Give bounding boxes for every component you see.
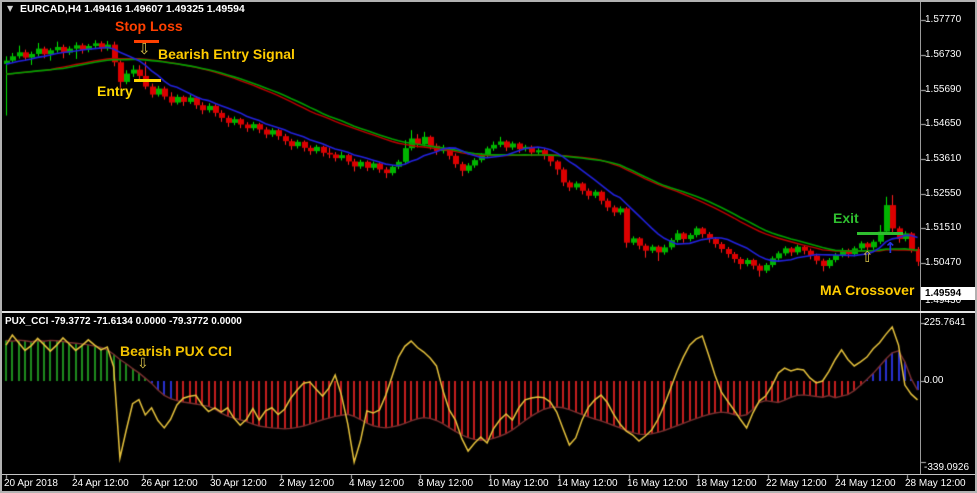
indicator-axis-label: 225.7641 <box>924 317 966 328</box>
exit-label: Exit <box>833 210 859 226</box>
frame-top <box>0 0 977 2</box>
price-axis-label: 1.57770 <box>925 14 962 25</box>
price-axis-label: 1.50470 <box>925 257 962 268</box>
time-axis-label: 18 May 12:00 <box>696 478 757 489</box>
stop-loss-label: Stop Loss <box>115 18 183 34</box>
bearish-pux-arrow-icon: ⇩ <box>137 356 149 372</box>
time-axis-label: 24 Apr 12:00 <box>72 478 129 489</box>
price-axis-label: 1.52550 <box>925 188 962 199</box>
entry-label: Entry <box>97 83 133 99</box>
chart-canvas[interactable] <box>0 0 977 493</box>
indicator-axis-label: -339.0926 <box>924 462 970 473</box>
price-axis-label: 1.56730 <box>925 49 962 60</box>
time-axis-label: 16 May 12:00 <box>627 478 688 489</box>
time-axis-label: 14 May 12:00 <box>557 478 618 489</box>
exit-line <box>857 232 903 235</box>
price-axis-label: 1.54650 <box>925 118 962 129</box>
mt4-chart-window: ▼ EURCAD,H4 1.49416 1.49607 1.49325 1.49… <box>0 0 977 493</box>
entry-line <box>134 79 161 82</box>
current-price-box: 1.49594 <box>921 287 977 300</box>
chart-title: EURCAD,H4 1.49416 1.49607 1.49325 1.4959… <box>20 3 245 15</box>
frame-left <box>0 0 2 493</box>
time-axis-label: 22 May 12:00 <box>766 478 827 489</box>
time-axis-label: 26 Apr 12:00 <box>141 478 198 489</box>
indicator-axis-label: 0.00 <box>924 375 944 386</box>
price-axis-label: 1.51510 <box>925 222 962 233</box>
price-axis-divider <box>920 2 921 474</box>
time-axis-label: 10 May 12:00 <box>488 478 549 489</box>
time-axis-line <box>0 474 977 475</box>
ma-crossover-label: MA Crossover <box>820 282 915 298</box>
time-axis-label: 30 Apr 12:00 <box>210 478 267 489</box>
time-axis-label: 4 May 12:00 <box>349 478 405 489</box>
time-axis-label: 24 May 12:00 <box>835 478 896 489</box>
bearish-entry-arrow-icon: ⇩ <box>138 40 151 58</box>
time-axis-label: 28 May 12:00 <box>905 478 966 489</box>
panel-splitter[interactable] <box>0 311 977 313</box>
exit-arrow-icon: ⇧ <box>861 248 874 266</box>
price-axis-label: 1.55690 <box>925 84 962 95</box>
time-axis-label: 20 Apr 2018 <box>4 478 58 489</box>
indicator-title: PUX_CCI -79.3772 -71.6134 0.0000 -79.377… <box>5 316 242 327</box>
time-axis-label: 2 May 12:00 <box>279 478 335 489</box>
price-axis-label: 1.53610 <box>925 153 962 164</box>
bearish-entry-signal-label: Bearish Entry Signal <box>158 46 295 62</box>
time-axis-label: 8 May 12:00 <box>418 478 474 489</box>
ma-crossover-arrow-icon: ↑ <box>884 239 897 257</box>
chart-dropdown-icon[interactable]: ▼ <box>7 4 13 13</box>
